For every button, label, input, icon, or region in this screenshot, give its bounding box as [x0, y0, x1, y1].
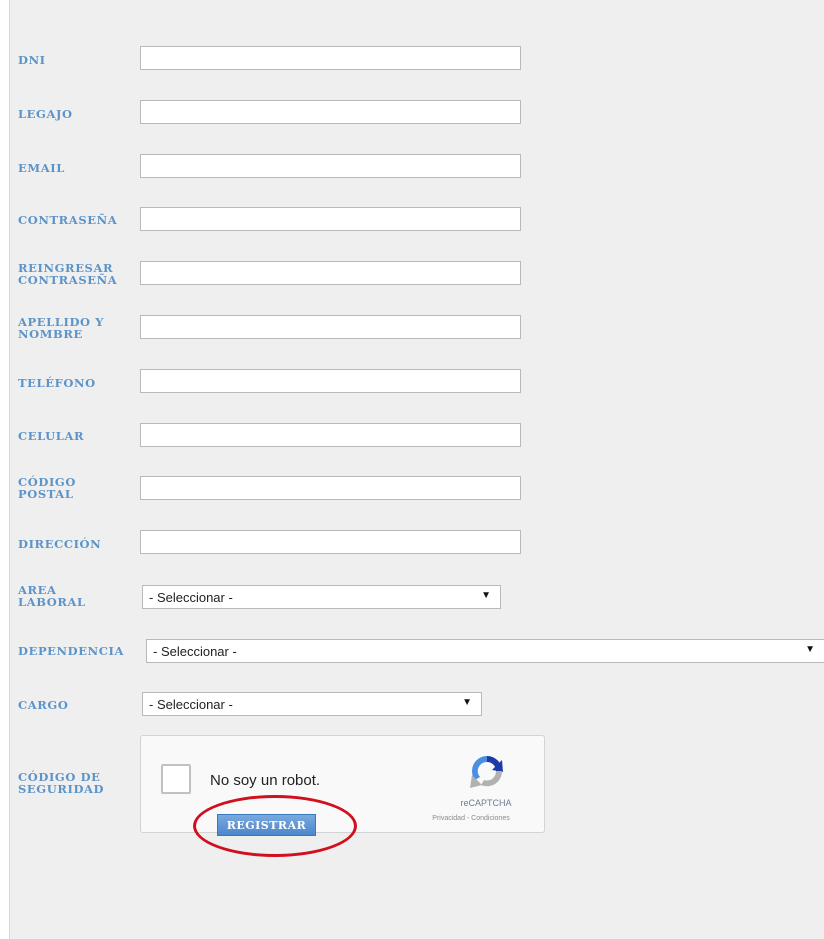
- password-input[interactable]: [140, 207, 521, 231]
- phone-input[interactable]: [140, 369, 521, 393]
- full-name-input[interactable]: [140, 315, 521, 339]
- work-area-label: AREA LABORAL: [18, 583, 86, 609]
- registration-form-panel: DNI LEGAJO EMAIL CONTRASEÑA REINGRESAR C…: [9, 0, 824, 939]
- position-label: CARGO: [18, 698, 69, 712]
- postal-code-input[interactable]: [140, 476, 521, 500]
- full-name-label: APELLIDO Y NOMBRE: [18, 315, 105, 341]
- recaptcha-checkbox[interactable]: [161, 764, 191, 794]
- dependency-select-value: - Seleccionar -: [153, 644, 237, 659]
- postal-code-label: CÓDIGO POSTAL: [18, 475, 76, 501]
- address-label: DIRECCIÓN: [18, 537, 102, 551]
- chevron-down-icon: ▼: [481, 590, 491, 601]
- dependency-label: DEPENDENCIA: [18, 644, 124, 658]
- highlight-circle: [193, 795, 357, 857]
- position-select-value: - Seleccionar -: [149, 697, 233, 712]
- email-label: EMAIL: [18, 161, 65, 175]
- legajo-label: LEGAJO: [18, 107, 73, 121]
- chevron-down-icon: ▼: [805, 644, 815, 655]
- recaptcha-brand: reCAPTCHA: [460, 798, 512, 808]
- mobile-input[interactable]: [140, 423, 521, 447]
- work-area-select[interactable]: - Seleccionar - ▼: [142, 585, 501, 609]
- legajo-input[interactable]: [140, 100, 521, 124]
- dni-input[interactable]: [140, 46, 521, 70]
- work-area-select-value: - Seleccionar -: [149, 590, 233, 605]
- password-repeat-input[interactable]: [140, 261, 521, 285]
- recaptcha-terms-link[interactable]: Privacidad - Condiciones: [401, 815, 541, 822]
- position-select[interactable]: - Seleccionar - ▼: [142, 692, 482, 716]
- address-input[interactable]: [140, 530, 521, 554]
- dependency-select[interactable]: - Seleccionar - ▼: [146, 639, 824, 663]
- password-label: CONTRASEÑA: [18, 213, 118, 227]
- email-input[interactable]: [140, 154, 521, 178]
- security-code-label: CÓDIGO DE SEGURIDAD: [18, 770, 105, 796]
- mobile-label: CELULAR: [18, 429, 85, 443]
- password-repeat-label: REINGRESAR CONTRASEÑA: [18, 261, 118, 287]
- recaptcha-logo-icon: [470, 756, 503, 788]
- recaptcha-text: No soy un robot.: [210, 772, 321, 789]
- phone-label: TELÉFONO: [18, 376, 96, 390]
- dni-label: DNI: [18, 53, 46, 67]
- chevron-down-icon: ▼: [462, 697, 472, 708]
